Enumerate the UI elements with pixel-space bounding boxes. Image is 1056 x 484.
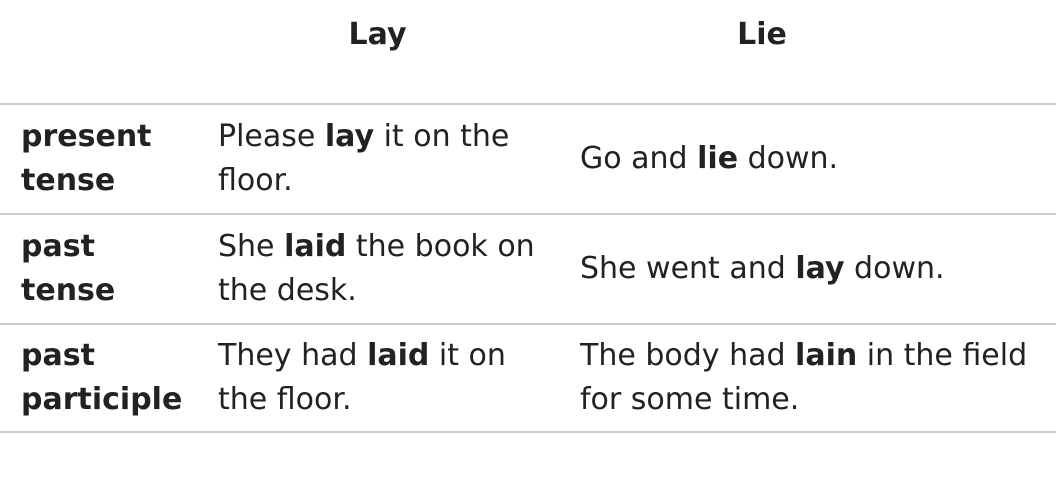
example-text: Please: [218, 119, 325, 154]
lie-example: She went and lay down.: [558, 247, 1056, 291]
example-text: They had: [218, 338, 368, 373]
example-keyword: lie: [697, 141, 739, 176]
lie-example: The body had lain in the field for some …: [558, 334, 1056, 422]
lay-example: Please lay it on the floor.: [197, 115, 558, 203]
row-label: past tense: [21, 229, 116, 308]
lie-example: Go and lie down.: [558, 137, 1056, 181]
example-keyword: lay: [324, 119, 375, 154]
example-keyword: laid: [284, 229, 347, 264]
example-text: Go and: [580, 141, 698, 176]
table-header-row: Lay Lie: [0, 0, 1056, 103]
example-text: down.: [738, 141, 839, 176]
table-row: present tense Please lay it on the floor…: [0, 103, 1056, 213]
lay-lie-table: Lay Lie present tense Please lay it on t…: [0, 0, 1056, 433]
lay-example: She laid the book on the desk.: [197, 225, 558, 313]
example-text: She: [218, 229, 285, 264]
example-text: She went and: [580, 251, 796, 286]
table-row: past tense She laid the book on the desk…: [0, 213, 1056, 323]
example-text: The body had: [580, 338, 796, 373]
header-empty-cell: [0, 0, 197, 15]
example-keyword: laid: [367, 338, 430, 373]
header-lie: Lie: [737, 17, 787, 52]
lay-example: They had laid it on the floor.: [197, 334, 558, 422]
example-keyword: lain: [795, 338, 858, 373]
table-row: past participle They had laid it on the …: [0, 323, 1056, 433]
example-keyword: lay: [795, 251, 845, 286]
header-lay: Lay: [348, 17, 407, 52]
example-text: down.: [844, 251, 945, 286]
row-label: present tense: [21, 119, 152, 198]
row-label: past participle: [21, 338, 183, 417]
